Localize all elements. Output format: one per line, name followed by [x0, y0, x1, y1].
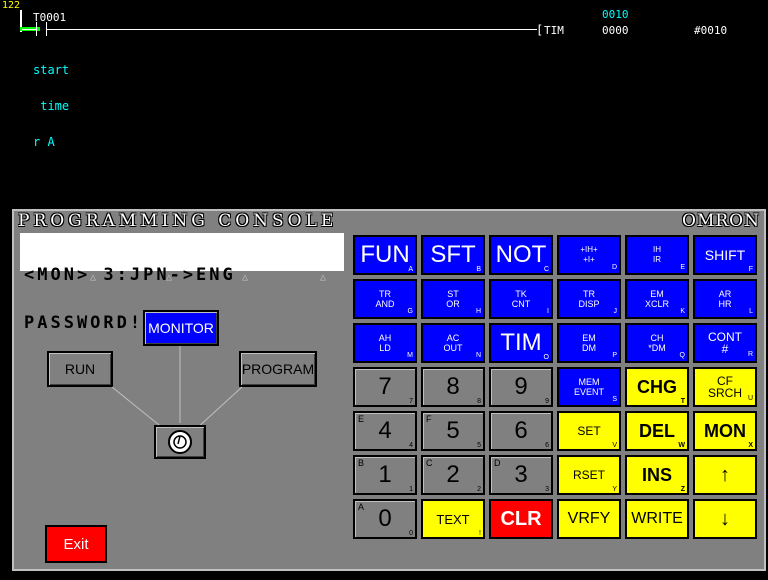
key-em-xclr[interactable]: EM XCLR K	[625, 279, 689, 319]
key-cont[interactable]: CONT # R	[693, 323, 757, 363]
timer-number-top: 0010	[602, 8, 629, 21]
key-cf-srch[interactable]: CF SRCH U	[693, 367, 757, 407]
contact-label: T0001	[33, 11, 67, 24]
key-ac-out[interactable]: AC OUT N	[421, 323, 485, 363]
key-vrfy[interactable]: VRFY	[557, 499, 621, 539]
key-ins[interactable]: INS Z	[625, 455, 689, 495]
key-and-blank[interactable]: +IH+ +I+ D	[557, 235, 621, 275]
key-set[interactable]: SET V	[557, 411, 621, 451]
key-4[interactable]: E44	[353, 411, 417, 451]
key-text[interactable]: TEXT!	[421, 499, 485, 539]
key-not[interactable]: NOT C	[489, 235, 553, 275]
key-chg[interactable]: CHG T	[625, 367, 689, 407]
key-tr-and[interactable]: TR AND G	[353, 279, 417, 319]
key-6[interactable]: 66	[489, 411, 553, 451]
line-number: 122	[2, 0, 21, 11]
key-mem-event[interactable]: MEM EVENT S	[557, 367, 621, 407]
key-tim[interactable]: TIM O	[489, 323, 553, 363]
key-1[interactable]: B11	[353, 455, 417, 495]
key-3[interactable]: D33	[489, 455, 553, 495]
rung-line	[47, 29, 537, 30]
timer-number: 0000	[602, 24, 629, 37]
key-5[interactable]: F55	[421, 411, 485, 451]
key-2[interactable]: C22	[421, 455, 485, 495]
instruction-open-bracket: [	[536, 23, 544, 37]
key-down-arrow-icon[interactable]: ↓	[693, 499, 757, 539]
brand-logo: OMRON	[682, 211, 760, 231]
key-0[interactable]: A00	[353, 499, 417, 539]
key-up-arrow-icon[interactable]: ↑	[693, 455, 757, 495]
key-fun[interactable]: FUN A	[353, 235, 417, 275]
programming-console: PROGRAMMING CONSOLE OMRON <MON> 3:JPN->E…	[12, 209, 766, 571]
key-ch-dm[interactable]: CH *DM Q	[625, 323, 689, 363]
ladder-diagram: 122 T0001 start time r A [ TIM 0010 0000…	[0, 0, 768, 212]
key-write[interactable]: WRITE	[625, 499, 689, 539]
key-shift[interactable]: SHIFT F	[693, 235, 757, 275]
key-tk-cnt[interactable]: TK CNT I	[489, 279, 553, 319]
key-switch-icon	[168, 430, 192, 454]
key-mon[interactable]: MON X	[693, 411, 757, 451]
mode-key-switch[interactable]	[154, 425, 206, 459]
key-ar-hr[interactable]: AR HR L	[693, 279, 757, 319]
key-7[interactable]: 77	[353, 367, 417, 407]
key-or-blank[interactable]: IH IR E	[625, 235, 689, 275]
exit-button[interactable]: Exit	[45, 525, 107, 563]
key-9[interactable]: 99	[489, 367, 553, 407]
bottom-bar	[0, 572, 768, 580]
key-rset[interactable]: RSET Y	[557, 455, 621, 495]
contact-symbol	[36, 22, 37, 36]
contact-comment: start time r A	[33, 63, 70, 149]
set-value: #0010	[694, 24, 728, 37]
key-del[interactable]: DEL W	[625, 411, 689, 451]
instruction-name: TIM	[544, 24, 564, 37]
key-ah-ld[interactable]: AH LD M	[353, 323, 417, 363]
key-clr[interactable]: CLR	[489, 499, 553, 539]
key-8[interactable]: 88	[421, 367, 485, 407]
key-sft[interactable]: SFT B	[421, 235, 485, 275]
key-em-dm[interactable]: EM DM P	[557, 323, 621, 363]
key-tr-disp[interactable]: TR DISP J	[557, 279, 621, 319]
key-st-or[interactable]: ST OR H	[421, 279, 485, 319]
